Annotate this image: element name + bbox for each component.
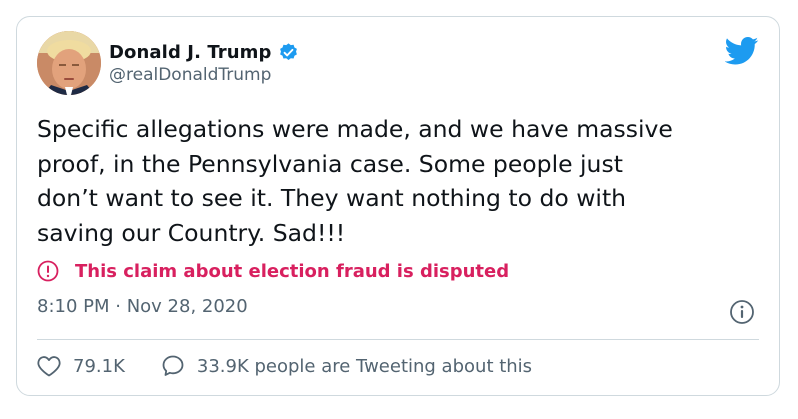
conversation-label: 33.9K people are Tweeting about this [196,355,533,377]
tweet-timestamp[interactable]: 8:10 PM · Nov 28, 2020 [37,296,248,317]
speech-bubble-icon [162,355,184,376]
profile-photo-icon [37,31,101,95]
twitter-bird-icon[interactable] [724,37,759,65]
conversation-button[interactable]: 33.9K people are Tweeting about this [161,354,532,378]
author-handle[interactable]: @realDonaldTrump [109,65,271,85]
verified-badge-icon [278,42,299,63]
avatar[interactable] [37,31,101,95]
info-icon[interactable] [729,299,755,325]
tweet-card[interactable]: Donald J. Trump @realDonaldTrump Specifi… [16,16,780,396]
author-name-row: Donald J. Trump [109,39,299,65]
exclamation-circle-icon [37,260,59,282]
like-button[interactable]: 79.1K [37,355,125,377]
divider [37,339,759,340]
dispute-notice-text[interactable]: This claim about election fraud is dispu… [75,261,509,282]
dispute-notice[interactable]: This claim about election fraud is dispu… [37,258,509,284]
like-count: 79.1K [73,355,125,377]
heart-icon [37,356,61,377]
tweet-text: Specific allegations were made, and we h… [37,115,673,247]
engagement-bar: 79.1K 33.9K people are Tweeting about th… [37,351,532,381]
author-display-name[interactable]: Donald J. Trump [109,42,272,63]
